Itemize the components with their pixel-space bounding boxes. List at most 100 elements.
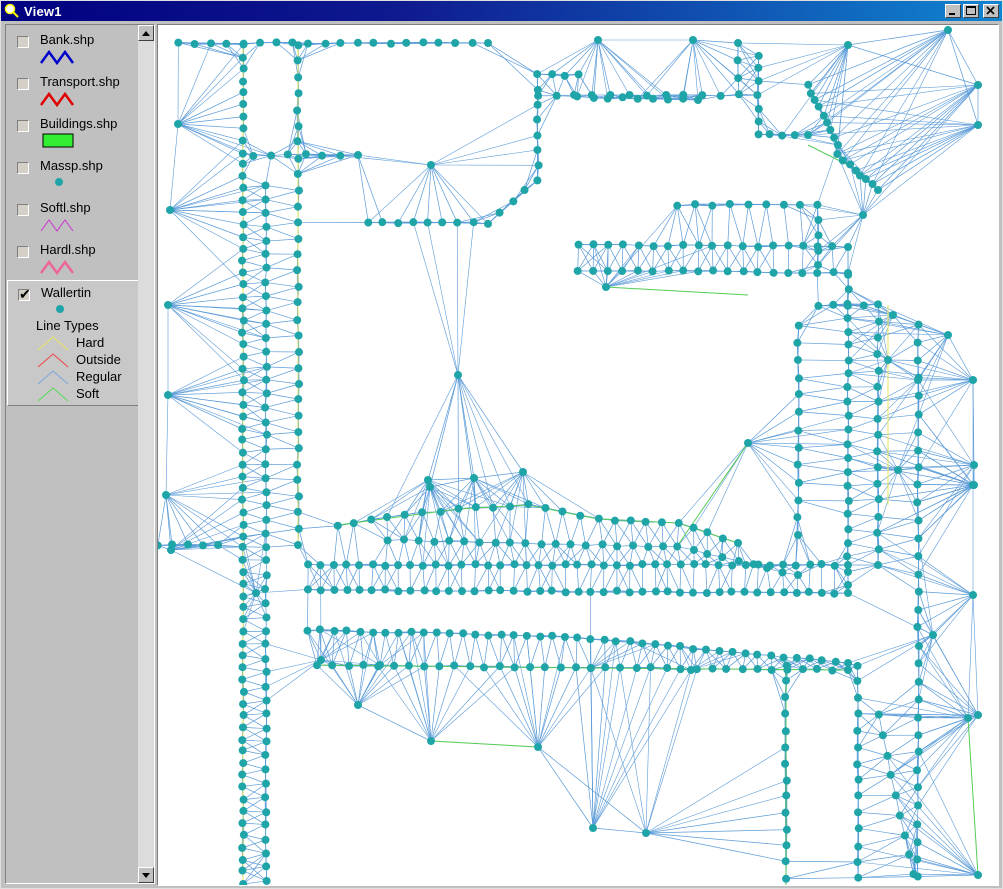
map-display[interactable] — [157, 24, 999, 886]
tin-node — [551, 539, 560, 548]
tin-edge — [266, 226, 299, 240]
tin-node — [432, 628, 441, 637]
tin-node — [779, 560, 788, 569]
tin-edge — [877, 564, 920, 592]
tin-edge — [629, 641, 638, 669]
tin-node — [445, 629, 454, 638]
tin-node — [638, 639, 647, 648]
tin-edge — [266, 351, 300, 368]
tin-node — [174, 38, 183, 47]
tin-node — [725, 200, 734, 209]
visibility-checkbox[interactable] — [17, 246, 29, 258]
scroll-down-icon[interactable] — [138, 867, 154, 883]
legend-scrollbar[interactable] — [138, 25, 154, 883]
tin-node — [642, 829, 650, 837]
tin-node — [262, 488, 271, 497]
visibility-checkbox[interactable] — [18, 286, 31, 303]
tin-node — [294, 282, 303, 291]
legend-theme-bank-shp[interactable]: Bank.shp — [7, 28, 139, 68]
tin-edge — [882, 717, 919, 736]
tin-edge — [707, 442, 749, 533]
tin-edge — [798, 482, 848, 487]
tin-edge — [435, 565, 449, 592]
tin-node — [450, 661, 459, 670]
tin-edge — [266, 434, 299, 449]
tin-edge — [619, 667, 647, 834]
visibility-checkbox[interactable] — [17, 120, 29, 132]
scroll-up-icon[interactable] — [138, 25, 154, 41]
tin-node — [626, 637, 635, 646]
legend-theme-transport-shp[interactable]: Transport.shp — [7, 70, 139, 110]
tin-node — [418, 508, 427, 517]
visibility-checkbox[interactable] — [17, 204, 29, 216]
tin-edge — [513, 635, 539, 748]
tin-edge — [483, 667, 539, 748]
tin-edge — [831, 214, 864, 247]
tin-edge — [379, 632, 386, 666]
tin-node — [853, 760, 862, 769]
tin-edge — [848, 418, 878, 430]
tin-node — [262, 737, 271, 746]
title-bar[interactable]: View1 — [1, 1, 1002, 21]
tin-node — [261, 181, 270, 190]
theme-name: Hardl.shp — [40, 242, 96, 257]
tin-node — [484, 631, 493, 640]
tin-edge — [646, 39, 694, 96]
tin-node — [625, 561, 634, 570]
tin-edge — [862, 124, 979, 216]
legend-theme-hardl-shp[interactable]: Hardl.shp — [7, 238, 139, 278]
tin-edge — [680, 564, 694, 593]
tin-node — [873, 350, 882, 359]
theme-symbol-point-icon — [55, 178, 63, 186]
tin-edge — [619, 641, 631, 668]
tin-node — [753, 664, 762, 673]
tin-edge — [848, 337, 879, 345]
tin-edge — [413, 222, 459, 376]
visibility-checkbox[interactable] — [17, 162, 29, 174]
tin-node — [262, 237, 271, 246]
tin-edge — [865, 124, 979, 180]
tin-node — [749, 560, 758, 569]
tin-edge — [857, 755, 888, 765]
tin-edge — [798, 393, 848, 402]
tin-node — [261, 779, 270, 788]
tin-node — [238, 663, 247, 672]
tin-edge — [564, 39, 599, 77]
tin-edge — [266, 238, 299, 242]
close-icon[interactable] — [983, 4, 999, 18]
tin-node — [576, 511, 585, 520]
tin-node — [214, 541, 222, 549]
maximize-icon[interactable] — [963, 4, 979, 18]
tin-node — [589, 240, 598, 249]
tin-node — [238, 555, 247, 564]
tin-node — [603, 267, 612, 276]
tin-node — [675, 588, 684, 597]
tin-node — [353, 38, 362, 47]
visibility-checkbox[interactable] — [17, 36, 29, 48]
tin-node — [484, 586, 493, 595]
tin-edge — [551, 39, 599, 75]
tin-node — [294, 89, 303, 98]
tin-node — [974, 871, 982, 879]
tin-edge — [165, 464, 243, 496]
legend-theme-softl-shp[interactable]: Softl.shp — [7, 196, 139, 236]
tin-node — [769, 268, 778, 277]
tin-node — [293, 460, 302, 469]
tin-edge — [797, 342, 849, 345]
tin-edge — [887, 359, 919, 381]
minimize-icon[interactable] — [945, 4, 961, 18]
tin-node — [843, 397, 852, 406]
legend-theme-massp-shp[interactable]: Massp.shp — [7, 154, 139, 194]
legend-theme-wallertin[interactable]: Wallertin Line Types Hard Outside Regular Sof… — [7, 280, 139, 406]
tin-edge — [877, 414, 919, 420]
tin-node — [238, 268, 247, 277]
tin-node — [261, 445, 270, 454]
tin-edge — [679, 564, 682, 593]
tin-edge — [848, 360, 879, 372]
tin-node — [914, 534, 923, 543]
visibility-checkbox[interactable] — [17, 78, 29, 90]
tin-node — [679, 266, 688, 275]
legend-theme-buildings-shp[interactable]: Buildings.shp — [7, 112, 139, 152]
tin-map[interactable] — [158, 25, 999, 886]
tin-node — [794, 531, 802, 539]
